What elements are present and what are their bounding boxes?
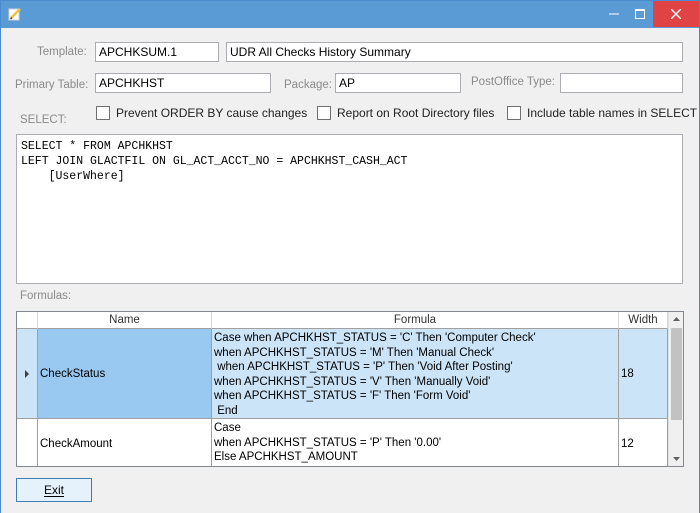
column-header-formula[interactable]: Formula: [212, 312, 619, 329]
postoffice-type-label: PostOffice Type:: [471, 76, 555, 88]
table-row[interactable]: CheckAmount Case when APCHKHST_STATUS = …: [17, 419, 668, 466]
cell-formula[interactable]: Case when APCHKHST_STATUS = 'P' Then '0.…: [212, 419, 619, 466]
current-row-arrow-icon: [25, 370, 29, 378]
cell-formula[interactable]: Case when APCHKHST_STATUS = 'C' Then 'Co…: [212, 329, 619, 419]
maximize-icon: [635, 9, 645, 19]
form-body: Template: APCHKSUM.1 UDR All Checks Hist…: [1, 28, 699, 513]
edit-app-icon: [8, 8, 21, 21]
include-table-names-label: Include table names in SELECT: [527, 106, 698, 120]
package-label: Package:: [284, 79, 332, 91]
scroll-down-icon: [673, 457, 680, 461]
checkbox-box[interactable]: [317, 106, 331, 120]
maximize-button[interactable]: [627, 1, 653, 27]
title-bar: [1, 1, 699, 28]
exit-button[interactable]: Exit: [16, 478, 92, 502]
prevent-order-by-checkbox[interactable]: Prevent ORDER BY cause changes: [96, 106, 307, 120]
table-row[interactable]: CheckStatus Case when APCHKHST_STATUS = …: [17, 329, 668, 419]
row-selector[interactable]: [17, 419, 38, 466]
report-root-directory-label: Report on Root Directory files: [337, 106, 495, 120]
cell-width[interactable]: 18: [619, 329, 668, 419]
close-icon: [671, 9, 681, 19]
select-label: SELECT:: [20, 114, 67, 126]
template-field[interactable]: APCHKSUM.1: [95, 42, 219, 62]
minimize-icon: [609, 13, 619, 15]
scroll-up-icon: [673, 317, 680, 321]
cell-width[interactable]: 12: [619, 419, 668, 466]
primary-table-field[interactable]: APCHKHST: [95, 73, 271, 93]
formulas-grid[interactable]: Name Formula Width CheckStatus Case when…: [16, 311, 684, 467]
minimize-button[interactable]: [599, 1, 629, 27]
postoffice-type-field[interactable]: [560, 73, 683, 93]
cell-name[interactable]: CheckAmount: [38, 419, 212, 466]
cell-name[interactable]: CheckStatus: [38, 329, 212, 419]
exit-button-label: Exit: [43, 483, 64, 497]
scroll-down-button[interactable]: [669, 451, 683, 466]
prevent-order-by-label: Prevent ORDER BY cause changes: [116, 106, 308, 120]
scroll-up-button[interactable]: [669, 312, 683, 327]
package-field[interactable]: AP: [335, 73, 461, 93]
row-header-corner: [17, 312, 38, 329]
formulas-label: Formulas:: [20, 290, 72, 302]
row-selector[interactable]: [17, 329, 38, 419]
scrollbar-thumb[interactable]: [671, 328, 682, 420]
column-header-name[interactable]: Name: [38, 312, 212, 329]
checkbox-box[interactable]: [96, 106, 110, 120]
udr-template-window: Template: APCHKSUM.1 UDR All Checks Hist…: [0, 0, 700, 513]
column-header-width[interactable]: Width: [619, 312, 668, 329]
vertical-scrollbar[interactable]: [668, 312, 683, 466]
template-description-field[interactable]: UDR All Checks History Summary: [226, 42, 683, 62]
report-root-directory-checkbox[interactable]: Report on Root Directory files: [317, 106, 494, 120]
checkbox-box[interactable]: [507, 106, 521, 120]
sql-editor[interactable]: SELECT * FROM APCHKHST LEFT JOIN GLACTFI…: [16, 134, 683, 284]
close-button[interactable]: [653, 1, 699, 27]
template-label: Template:: [37, 46, 87, 58]
primary-table-label: Primary Table:: [15, 79, 89, 91]
include-table-names-checkbox[interactable]: Include table names in SELECT: [507, 106, 697, 120]
